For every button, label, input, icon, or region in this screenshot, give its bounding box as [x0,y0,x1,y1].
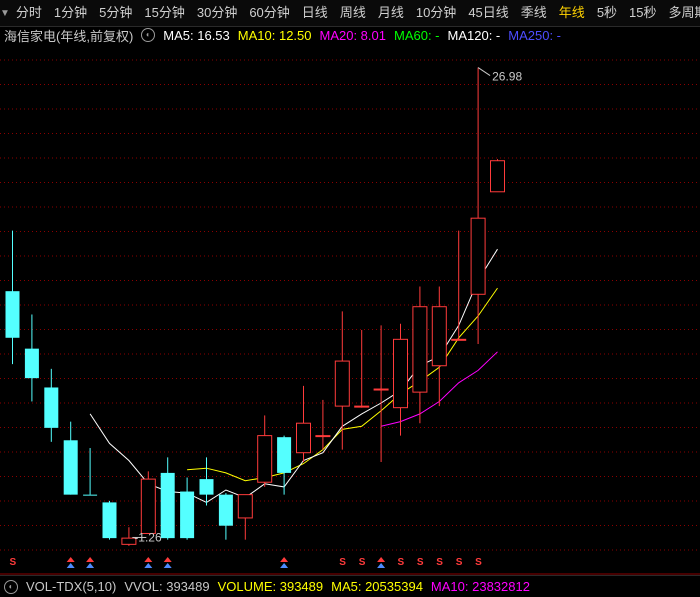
vvol-readout: VVOL: 393489 [124,579,210,594]
candle-body [83,494,98,496]
min-price-label: -1.26 [134,530,162,544]
tab-15[interactable]: 多周期 [663,0,700,26]
candle-body [470,217,486,295]
settings-circle-icon[interactable]: ◐ [141,28,156,42]
candle-body [5,291,20,338]
sell-marker: S [398,557,405,568]
candle-body [102,502,117,539]
candle-body [257,435,273,483]
candle-body [334,360,350,407]
vol-indicator-name[interactable]: VOL-TDX(5,10) [26,579,116,594]
volume-indicator-bar: ◐ VOL-TDX(5,10) VVOL: 393489 VOLUME: 393… [0,575,700,597]
buy-marker-top [163,557,172,562]
tab-1[interactable]: 1分钟 [48,0,93,26]
sell-marker: S [339,557,346,568]
ma120-readout: MA120: - [447,27,501,43]
candle-body [140,478,156,534]
buy-marker-bottom [377,563,386,568]
tab-6[interactable]: 日线 [296,0,334,26]
volume-readout: VOLUME: 393489 [217,579,324,594]
tab-3[interactable]: 15分钟 [138,0,190,26]
candle-body [393,338,408,409]
indicator-toggle-icon[interactable]: ◐ [4,579,18,594]
candlestick-chart: 26.98 -1.26 S S S S S S S S [0,59,700,575]
sell-marker: S [359,557,366,568]
buy-marker-bottom [144,563,153,568]
buy-marker-top [280,557,289,562]
candle-body [354,405,370,408]
tab-4[interactable]: 30分钟 [191,0,243,26]
tab-9[interactable]: 10分钟 [410,0,462,26]
candle-body [160,472,175,539]
tab-7[interactable]: 周线 [334,0,372,26]
candle-body [296,422,311,454]
tab-10[interactable]: 45日线 [462,0,514,26]
sell-marker: S [456,557,463,568]
sell-marker: S [475,557,482,568]
candle-body [412,306,428,393]
buy-marker-bottom [280,563,289,568]
buy-marker-top [144,557,153,562]
candle-body [199,479,214,495]
ma10-readout: MA10: 12.50 [237,27,312,43]
candle-body [237,494,253,519]
candle-body [44,387,59,428]
ma20-readout: MA20: 8.01 [319,27,387,43]
candle-body [180,491,195,539]
sell-marker: S [417,557,424,568]
vol-ma10-readout: MA10: 23832812 [430,579,530,594]
candle-body [373,388,389,391]
tab-2[interactable]: 5分钟 [93,0,138,26]
tabs-list: 分时 1分钟 5分钟 15分钟 30分钟 60分钟 日线 周线 月线 10分钟 45日线 季线 年线 5秒… [10,0,700,26]
candle-body [24,348,39,379]
tab-5[interactable]: 60分钟 [243,0,295,26]
stock-title: 海信家电(年线,前复权) [4,28,134,44]
max-pointer [477,67,491,76]
ma250-readout: MA250: - [508,27,562,43]
buy-marker-bottom [86,563,95,568]
buy-marker-top [377,557,386,562]
candle-body [63,440,78,495]
buy-marker-top [66,557,75,562]
menu-arrow-icon[interactable]: ▼ [0,0,10,26]
candle-body [315,435,331,438]
candle-body [277,437,292,473]
sell-marker: S [436,557,443,568]
ma5-line [89,248,498,503]
tab-8[interactable]: 月线 [372,0,410,26]
tab-13[interactable]: 5秒 [591,0,623,26]
candle-body [431,306,447,367]
candle-body [451,338,467,341]
ma60-readout: MA60: - [394,27,440,43]
candle-body [490,160,505,193]
tab-0[interactable]: 分时 [10,0,48,26]
buy-marker-top [86,557,95,562]
tab-11[interactable]: 季线 [515,0,553,26]
buy-marker-bottom [163,563,172,568]
chart-info-bar: 海信家电(年线,前复权) ◐ MA5: 16.53 MA10: 12.50 MA… [0,26,700,44]
tab-14[interactable]: 15秒 [623,0,662,26]
period-tab-bar: ▼ 分时 1分钟 5分钟 15分钟 30分钟 60分钟 日线 周线 月线 10分钟 45日线 季线 年线… [0,0,700,27]
buy-marker-bottom [66,563,75,568]
ma5-readout: MA5: 16.53 [163,27,230,43]
vol-ma5-readout: MA5: 20535394 [331,579,423,594]
max-price-label: 26.98 [492,70,522,84]
candle-body [218,494,233,526]
sell-marker: S [10,557,17,568]
tab-12[interactable]: 年线 [553,0,591,26]
